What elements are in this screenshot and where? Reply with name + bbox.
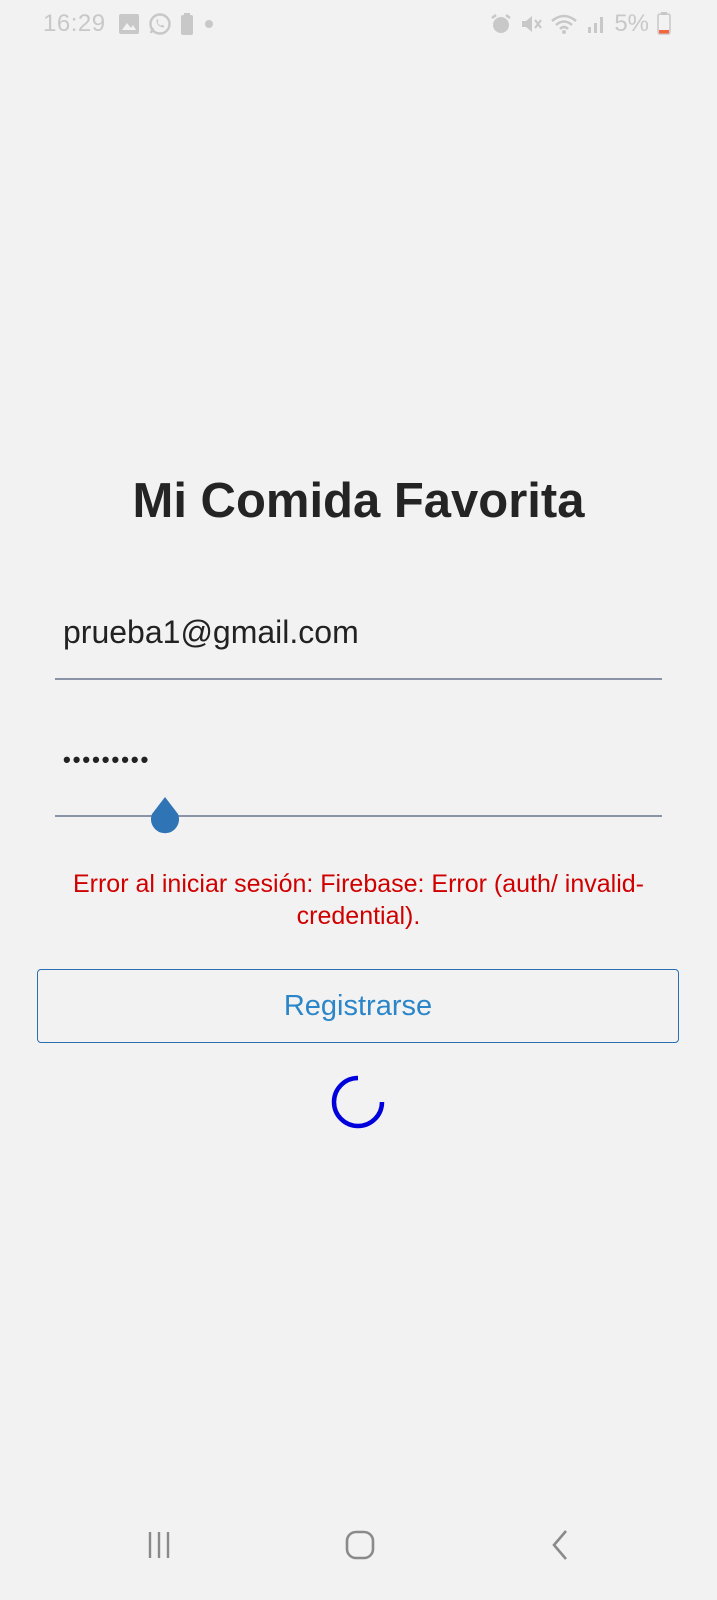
battery-percent: 5%	[614, 10, 649, 37]
password-field[interactable]	[55, 745, 670, 775]
mute-icon	[522, 16, 543, 32]
battery-saver-icon	[181, 13, 193, 35]
email-field-container	[55, 612, 670, 680]
password-field-container	[55, 745, 670, 817]
gallery-icon	[119, 14, 139, 34]
recents-icon	[148, 1532, 170, 1558]
error-message: Error al iniciar sesión: Firebase: Error…	[72, 870, 645, 930]
register-button[interactable]: Registrarse	[37, 969, 679, 1043]
whatsapp-icon	[149, 13, 171, 35]
loading-spinner-icon	[331, 1075, 385, 1129]
status-left-icons	[118, 12, 216, 36]
home-button[interactable]	[330, 1520, 390, 1570]
text-cursor-handle[interactable]	[148, 796, 182, 836]
status-time: 16:29	[43, 10, 106, 37]
status-right-icons: 5%	[490, 10, 671, 38]
navigation-bar	[0, 1490, 717, 1600]
page-title: Mi Comida Favorita	[132, 474, 585, 528]
back-icon	[552, 1530, 567, 1560]
dot-icon	[205, 20, 213, 28]
recents-button[interactable]	[129, 1520, 189, 1570]
home-icon	[345, 1530, 375, 1560]
battery-icon	[657, 12, 671, 35]
signal-icon	[588, 17, 604, 33]
status-bar: 16:29 5%	[0, 0, 717, 48]
wifi-icon	[551, 14, 578, 34]
email-field[interactable]	[55, 612, 670, 652]
back-button[interactable]	[530, 1520, 590, 1570]
alarm-icon	[491, 14, 512, 33]
